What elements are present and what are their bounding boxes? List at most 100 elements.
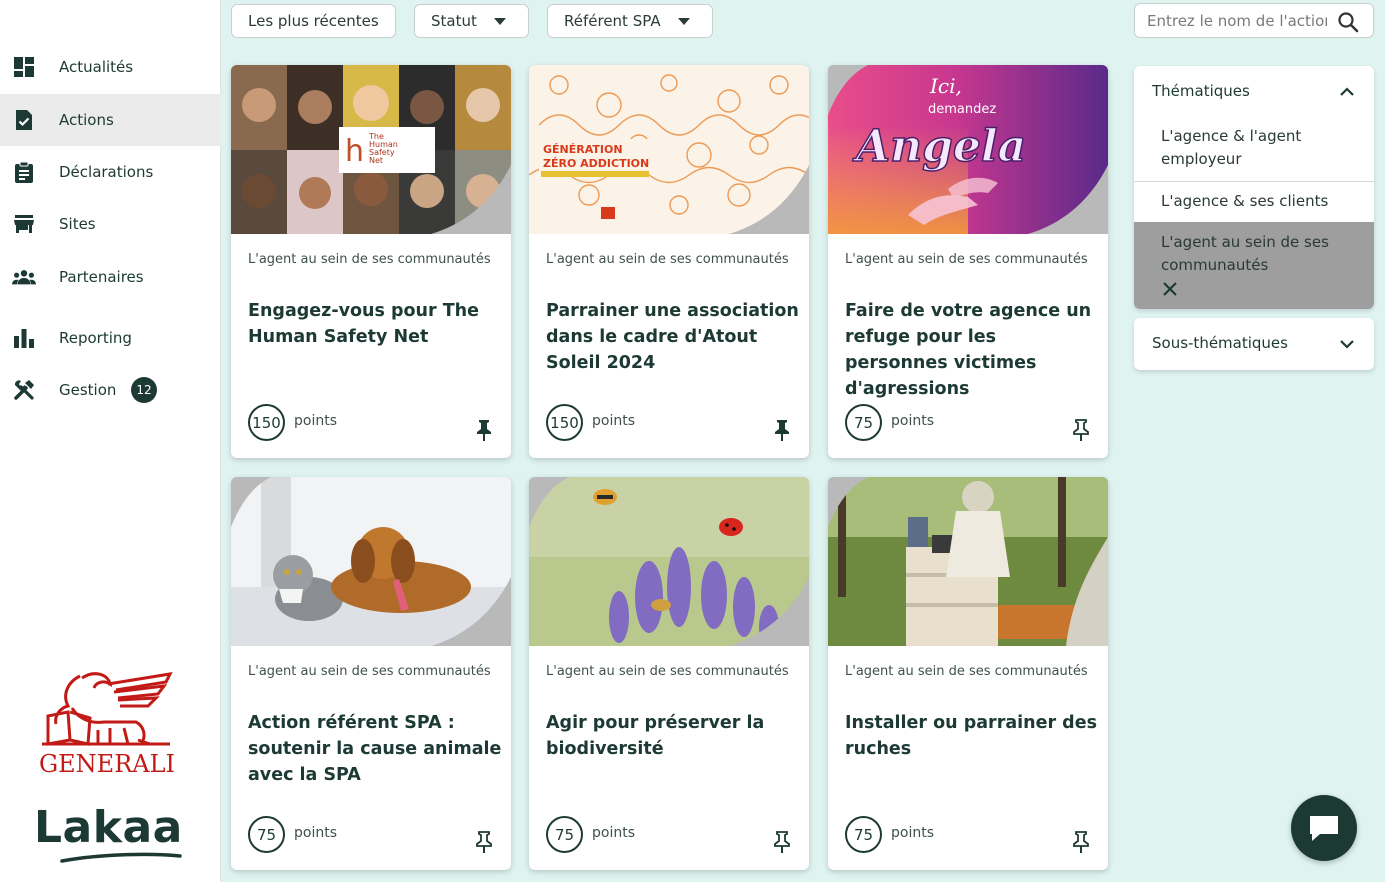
card-title: Engagez-vous pour The Human Safety Net — [248, 301, 479, 347]
card-title: Faire de votre agence un refuge pour les… — [845, 301, 1092, 399]
points-badge: 75 — [845, 404, 882, 441]
thematiques-header[interactable]: Thématiques — [1134, 66, 1374, 120]
tools-icon — [12, 378, 36, 402]
referent-label: Référent SPA — [564, 12, 661, 30]
action-card[interactable]: L'agent au sein de ses communautés Agir … — [529, 477, 809, 870]
card-theme: L'agent au sein de ses communautés — [845, 252, 1088, 267]
card-title: Installer ou parrainer des ruches — [845, 713, 1097, 759]
card-title: Action référent SPA : soutenir la cause … — [248, 713, 502, 785]
card-theme: L'agent au sein de ses communautés — [248, 664, 491, 679]
card-title: Agir pour préserver la biodiversité — [546, 713, 765, 759]
sous-thematiques-header[interactable]: Sous-thématiques — [1134, 318, 1374, 370]
sidebar-item-actualites[interactable]: Actualités — [0, 41, 221, 93]
referent-dropdown[interactable]: Référent SPA — [547, 4, 713, 38]
svg-text:GÉNÉRATION: GÉNÉRATION — [543, 143, 623, 156]
status-label: Statut — [431, 12, 477, 30]
pin-outline-icon[interactable] — [772, 831, 792, 853]
svg-text:Net: Net — [369, 156, 383, 165]
svg-text:ZÉRO ADDICTION: ZÉRO ADDICTION — [543, 157, 649, 170]
bar-chart-icon — [12, 326, 36, 350]
sidebar-item-label: Actualités — [59, 58, 134, 76]
sidebar-item-label: Partenaires — [59, 268, 144, 286]
points-label: points — [294, 413, 337, 429]
points-label: points — [592, 413, 635, 429]
chat-bubble-icon — [1310, 816, 1338, 841]
search-icon[interactable] — [1337, 11, 1359, 33]
sidebar-item-gestion[interactable]: Gestion 12 — [0, 364, 221, 416]
generali-logo: GENERALI — [38, 668, 176, 780]
search-input[interactable] — [1147, 10, 1327, 32]
thematiques-panel: Thématiques L'agence & l'agent employeur… — [1134, 66, 1374, 309]
thematique-option[interactable]: L'agence & ses clients — [1134, 182, 1374, 222]
thematique-option[interactable]: L'agence & l'agent employeur — [1134, 120, 1374, 181]
lakaa-wordmark: Lakaa — [34, 802, 183, 853]
card-image — [231, 477, 511, 646]
card-title: Parrainer une association dans le cadre … — [546, 301, 799, 373]
card-image: h The Human Safety Net — [231, 65, 511, 234]
chat-button[interactable] — [1291, 795, 1357, 861]
chevron-up-icon — [1340, 87, 1354, 96]
pin-outline-icon[interactable] — [474, 831, 494, 853]
points-badge: 75 — [845, 816, 882, 853]
sous-thematiques-title: Sous-thématiques — [1152, 334, 1288, 352]
notification-badge: 12 — [131, 377, 157, 403]
pin-outline-icon[interactable] — [1071, 831, 1091, 853]
card-image: GÉNÉRATION ZÉRO ADDICTION — [529, 65, 809, 234]
status-dropdown[interactable]: Statut — [414, 4, 529, 38]
action-card[interactable]: GÉNÉRATION ZÉRO ADDICTION L'agent au sei… — [529, 65, 809, 458]
points-badge: 75 — [546, 816, 583, 853]
sort-label: Les plus récentes — [248, 12, 379, 30]
pin-outline-icon[interactable] — [1071, 419, 1091, 441]
card-image — [828, 477, 1108, 646]
caret-down-icon — [678, 18, 690, 25]
option-label: L'agence & ses clients — [1161, 192, 1329, 210]
search-box — [1134, 3, 1374, 38]
sidebar-item-sites[interactable]: Sites — [0, 198, 221, 250]
pin-icon[interactable] — [772, 419, 792, 441]
caret-down-icon — [494, 18, 506, 25]
points-label: points — [592, 825, 635, 841]
thematiques-title: Thématiques — [1152, 82, 1250, 100]
sidebar: Actualités Actions Déclarations Sites Pa… — [0, 0, 221, 882]
action-card[interactable]: L'agent au sein de ses communautés Insta… — [828, 477, 1108, 870]
card-theme: L'agent au sein de ses communautés — [546, 252, 789, 267]
points-badge: 150 — [248, 404, 285, 441]
sidebar-item-label: Reporting — [59, 329, 132, 347]
action-card[interactable]: L'agent au sein de ses communautés Actio… — [231, 477, 511, 870]
option-label: L'agence & l'agent employeur — [1161, 127, 1302, 168]
option-label: L'agent au sein de ses communautés — [1161, 233, 1329, 274]
sidebar-item-declarations[interactable]: Déclarations — [0, 146, 221, 198]
card-theme: L'agent au sein de ses communautés — [845, 664, 1088, 679]
close-icon[interactable] — [1162, 281, 1178, 297]
svg-text:Angela: Angela — [852, 121, 1026, 172]
generali-wordmark: GENERALI — [39, 750, 175, 778]
store-icon — [12, 212, 36, 236]
pin-icon[interactable] — [474, 419, 494, 441]
points-label: points — [294, 825, 337, 841]
points-badge: 150 — [546, 404, 583, 441]
points-label: points — [891, 413, 934, 429]
action-card[interactable]: Ici, demandez Angela L'agent au sein de … — [828, 65, 1108, 458]
points-badge: 75 — [248, 816, 285, 853]
sidebar-item-label: Sites — [59, 215, 96, 233]
chevron-down-icon — [1340, 340, 1354, 349]
sidebar-item-label: Gestion — [59, 381, 117, 399]
sidebar-item-reporting[interactable]: Reporting — [0, 312, 221, 364]
sidebar-item-actions[interactable]: Actions — [0, 94, 221, 146]
thematique-option-selected[interactable]: L'agent au sein de ses communautés — [1134, 222, 1374, 309]
svg-text:Ici,: Ici, — [929, 74, 962, 98]
card-image: Ici, demandez Angela — [828, 65, 1108, 234]
lakaa-logo: Lakaa — [34, 800, 184, 868]
card-theme: L'agent au sein de ses communautés — [546, 664, 789, 679]
task-check-icon — [12, 108, 36, 132]
sidebar-item-label: Déclarations — [59, 163, 154, 181]
dashboard-icon — [12, 55, 36, 79]
action-card[interactable]: h The Human Safety Net L'agent au sein d… — [231, 65, 511, 458]
group-icon — [12, 265, 36, 289]
sous-thematiques-panel: Sous-thématiques — [1134, 318, 1374, 370]
clipboard-icon — [12, 160, 36, 184]
svg-text:demandez: demandez — [928, 102, 996, 117]
sidebar-item-partenaires[interactable]: Partenaires — [0, 251, 221, 303]
sort-dropdown[interactable]: Les plus récentes — [231, 4, 396, 38]
svg-text:h: h — [345, 134, 364, 169]
